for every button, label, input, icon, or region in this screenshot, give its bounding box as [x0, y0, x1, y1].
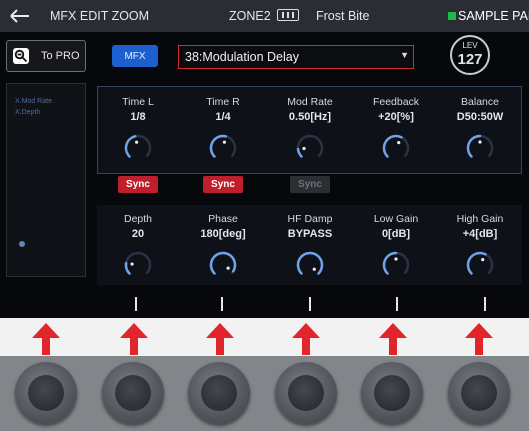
level-label: LEV: [462, 41, 478, 50]
assign-line: X.Depth: [15, 109, 41, 116]
tick-mark: [396, 297, 398, 311]
knob-icon[interactable]: [121, 131, 155, 165]
title-bar: MFX EDIT ZOOM ZONE2 Frost Bite SAMPLE PA…: [0, 0, 529, 32]
encoder-knob[interactable]: [102, 362, 164, 424]
back-button[interactable]: [6, 4, 34, 28]
param-time-r[interactable]: Time R 1/4: [183, 96, 263, 165]
screen-title: MFX EDIT ZOOM: [50, 9, 150, 23]
knob-icon[interactable]: [206, 131, 240, 165]
encoder-cap: [288, 375, 324, 411]
encoder-knob[interactable]: [15, 362, 77, 424]
knob-icon[interactable]: [293, 131, 327, 165]
param-name: Balance: [461, 96, 499, 108]
encoder-tick-strip: [0, 288, 529, 318]
param-name: High Gain: [456, 213, 504, 225]
up-arrow-icon: [292, 323, 320, 355]
tick-mark: [309, 297, 311, 311]
back-arrow-icon: [10, 9, 29, 23]
param-depth[interactable]: Depth 20: [98, 213, 178, 282]
param-name: Phase: [208, 213, 238, 225]
encoder-knob[interactable]: [275, 362, 337, 424]
level-knob[interactable]: LEV 127: [450, 35, 490, 75]
mfx-button[interactable]: MFX: [112, 45, 158, 67]
encoder-knob[interactable]: [448, 362, 510, 424]
param-name: Mod Rate: [287, 96, 333, 108]
param-value: BYPASS: [287, 228, 333, 240]
param-feedback[interactable]: Feedback +20[%]: [356, 96, 436, 165]
param-hf-damp[interactable]: HF Damp BYPASS: [270, 213, 350, 282]
tone-name: Frost Bite: [316, 9, 370, 23]
encoder-cap: [28, 375, 64, 411]
param-phase[interactable]: Phase 180[deg]: [183, 213, 263, 282]
assign-line: X.Mod Rate: [15, 98, 52, 105]
knob-icon[interactable]: [206, 248, 240, 282]
param-name: Time R: [206, 96, 240, 108]
dropdown-caret-icon: ▼: [400, 50, 409, 60]
tick-mark: [135, 297, 137, 311]
mfx-type-select[interactable]: 38:Modulation Delay ▼: [178, 45, 414, 69]
param-value: +20[%]: [378, 111, 414, 123]
param-name: HF Damp: [287, 213, 333, 225]
param-name: Depth: [123, 213, 153, 225]
up-arrow-icon: [32, 323, 60, 355]
knob-icon[interactable]: [121, 248, 155, 282]
knob-icon[interactable]: [379, 131, 413, 165]
sample-pad-indicator[interactable]: SAMPLE PAD: [448, 9, 529, 23]
tick-mark: [221, 297, 223, 311]
sample-pad-label: SAMPLE PAD: [458, 9, 529, 23]
mfx-type-value: 38:Modulation Delay: [185, 50, 299, 64]
param-value: D50:50W: [456, 111, 504, 123]
page-indicator-dot: [19, 241, 25, 247]
param-name: Feedback: [372, 96, 420, 108]
param-name: Low Gain: [373, 213, 419, 225]
up-arrow-icon: [465, 323, 493, 355]
sync-button[interactable]: Sync: [290, 176, 330, 193]
encoder-cap: [461, 375, 497, 411]
sync-button[interactable]: Sync: [203, 176, 243, 193]
param-high-gain[interactable]: High Gain +4[dB]: [440, 213, 520, 282]
encoder-knob[interactable]: [361, 362, 423, 424]
knob-icon[interactable]: [379, 248, 413, 282]
control-assign-panel[interactable]: X.Mod Rate X.Depth: [6, 83, 86, 277]
zoom-out-icon: [13, 48, 29, 64]
param-mod-rate[interactable]: Mod Rate 0.50[Hz]: [270, 96, 350, 165]
param-balance[interactable]: Balance D50:50W: [440, 96, 520, 165]
assign-list: X.Mod Rate X.Depth: [15, 96, 52, 118]
zone-label: ZONE2: [229, 9, 271, 23]
param-value: 180[deg]: [200, 228, 246, 240]
encoder-cap: [374, 375, 410, 411]
param-value: 1/8: [130, 111, 146, 123]
up-arrow-icon: [379, 323, 407, 355]
knob-icon[interactable]: [293, 248, 327, 282]
arrow-row: [0, 318, 529, 358]
level-value: 127: [457, 51, 483, 68]
synth-display: MFX EDIT ZOOM ZONE2 Frost Bite SAMPLE PA…: [0, 0, 529, 318]
knob-icon[interactable]: [463, 131, 497, 165]
param-name: Time L: [122, 96, 154, 108]
encoder-knob[interactable]: [188, 362, 250, 424]
up-arrow-icon: [206, 323, 234, 355]
encoder-cap: [115, 375, 151, 411]
param-value: 0[dB]: [381, 228, 411, 240]
knob-icon[interactable]: [463, 248, 497, 282]
to-pro-label: To PRO: [41, 50, 80, 62]
param-value: +4[dB]: [462, 228, 498, 240]
param-time-l[interactable]: Time L 1/8: [98, 96, 178, 165]
up-arrow-icon: [120, 323, 148, 355]
sync-button[interactable]: Sync: [118, 176, 158, 193]
tick-mark: [484, 297, 486, 311]
param-value: 20: [131, 228, 145, 240]
param-low-gain[interactable]: Low Gain 0[dB]: [356, 213, 436, 282]
sample-pad-icon: [448, 12, 456, 20]
param-value: 1/4: [215, 111, 231, 123]
keyboard-icon: [277, 9, 299, 21]
encoder-cap: [201, 375, 237, 411]
param-value: 0.50[Hz]: [288, 111, 332, 123]
to-pro-button[interactable]: To PRO: [6, 40, 86, 72]
